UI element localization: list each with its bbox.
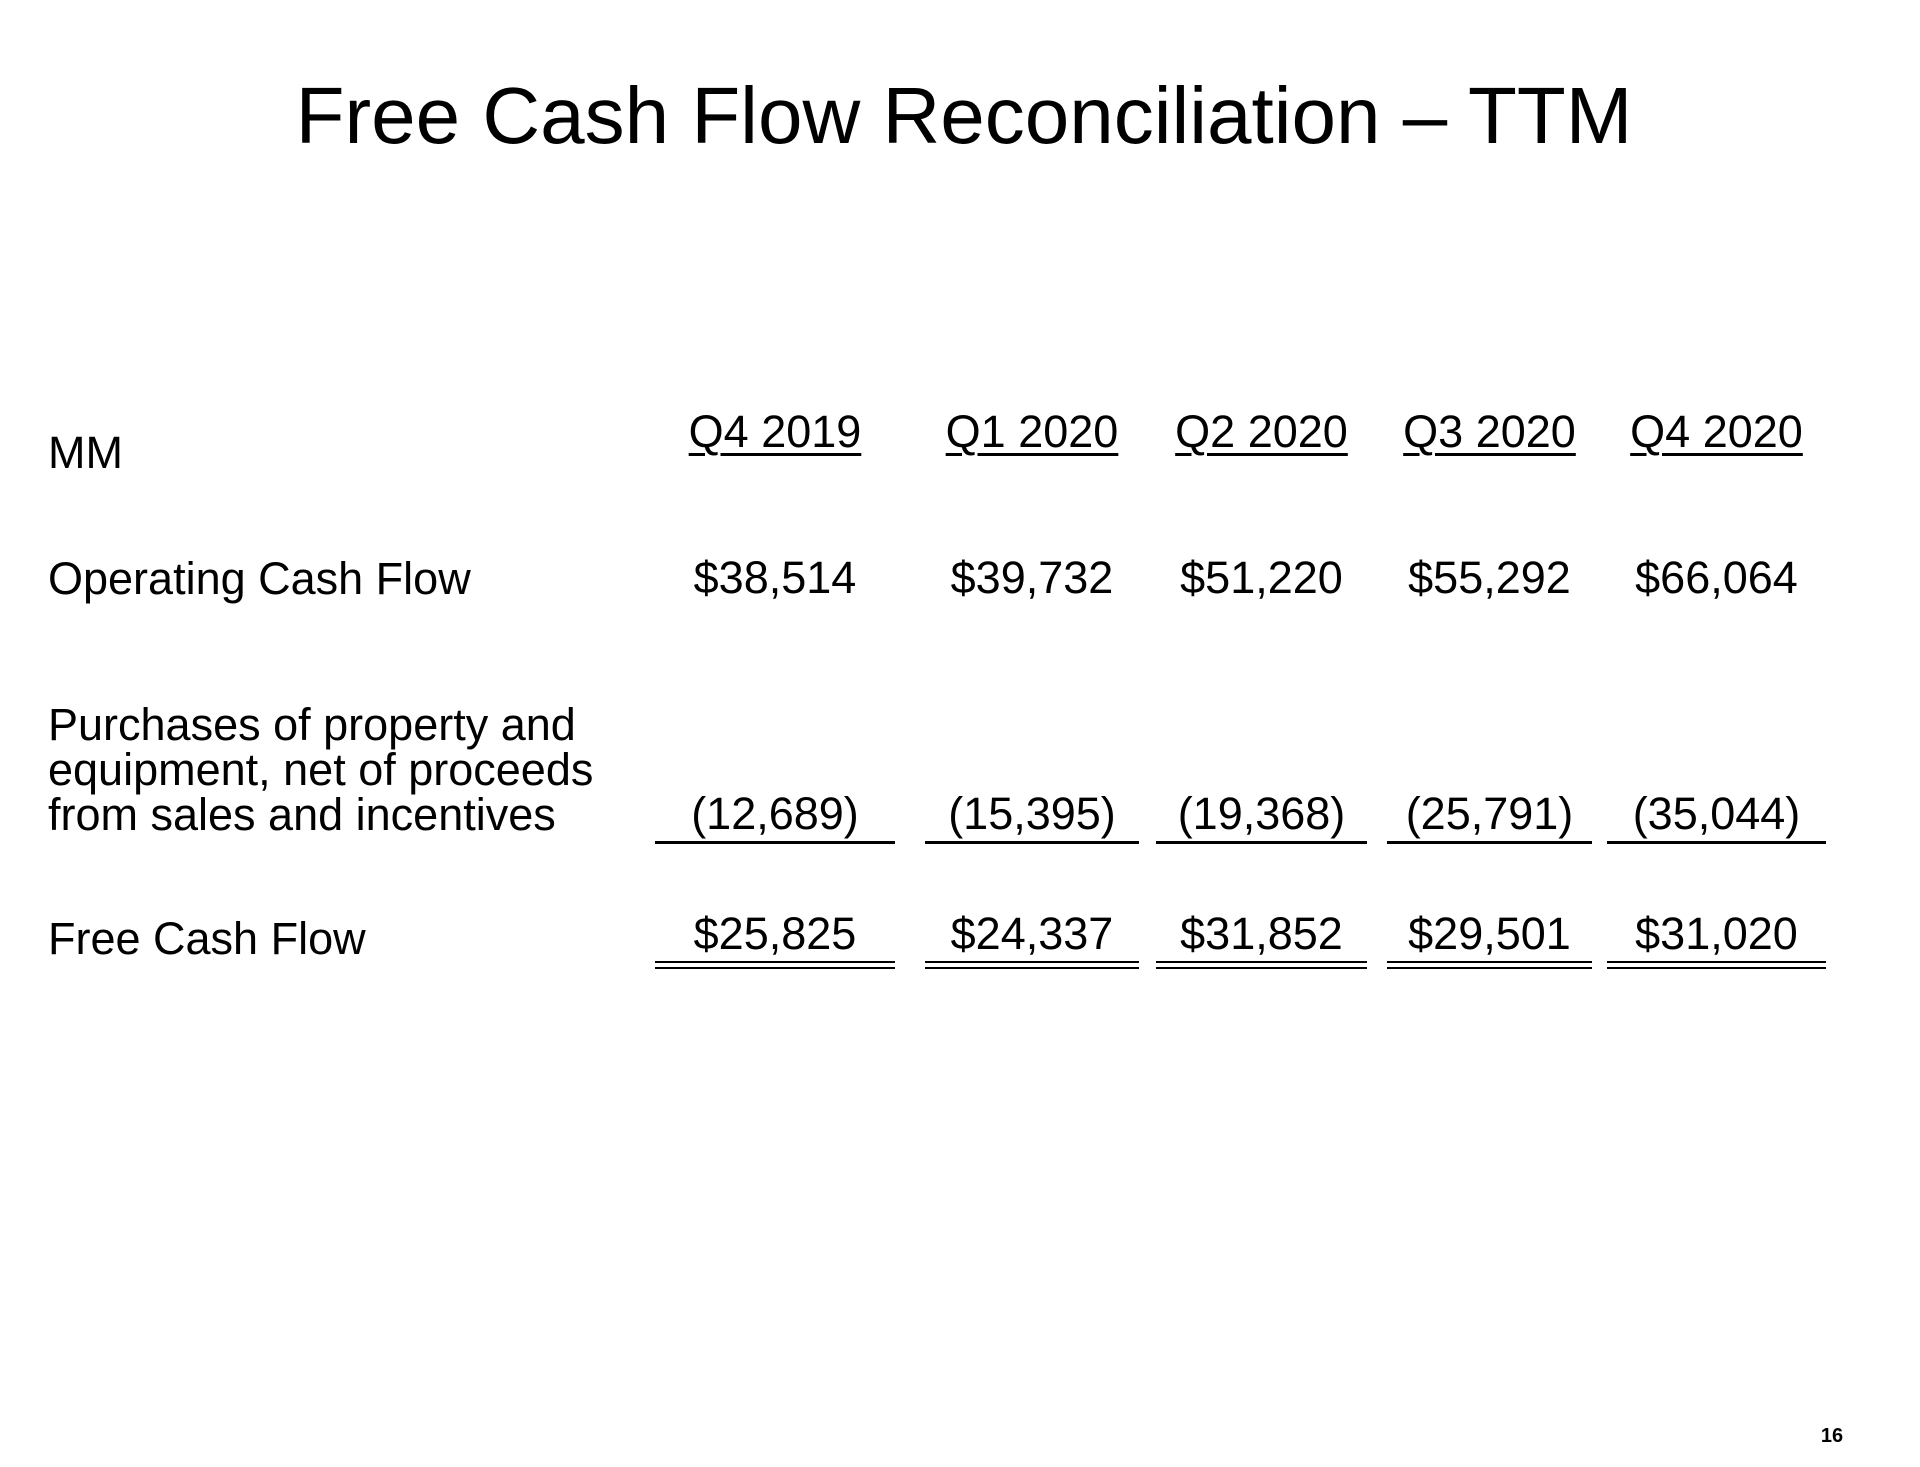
double-underline [1156,961,1367,969]
row-label-line: Purchases of property and [48,699,576,750]
cell-value: (35,044) [1632,788,1801,839]
column-header: Q4 2019 [688,406,862,457]
cell-value: $39,732 [950,552,1114,603]
cell-value: $24,337 [950,908,1114,959]
cell-value: $31,020 [1635,908,1798,959]
double-underline [1607,961,1826,969]
slide-title: Free Cash Flow Reconciliation – TTM [295,71,1633,160]
column-header: Q1 2020 [945,406,1119,457]
cell-value: $38,514 [693,552,857,603]
row-label: Free Cash Flow [48,913,366,964]
cell-value: (19,368) [1177,788,1346,839]
column-header: Q2 2020 [1175,406,1348,457]
double-underline [655,961,895,969]
row-label-line: from sales and incentives [48,789,556,840]
double-underline [1387,961,1592,969]
cell-value: (12,689) [691,788,859,839]
single-underline [1156,841,1367,844]
cell-value: $25,825 [693,908,857,959]
column-header: Q3 2020 [1403,406,1576,457]
single-underline [1607,841,1826,844]
cell-value: (25,791) [1405,788,1574,839]
column-header: Q4 2020 [1630,406,1803,457]
row-label: Operating Cash Flow [48,553,471,604]
single-underline [1387,841,1592,844]
single-underline [655,841,895,844]
cell-value: $55,292 [1408,552,1571,603]
cell-value: (15,395) [948,788,1116,839]
single-underline [925,841,1139,844]
double-underline [925,961,1139,969]
units-label: MM [48,427,123,478]
cell-value: $31,852 [1180,908,1343,959]
cell-value: $66,064 [1635,552,1798,603]
cell-value: $51,220 [1180,552,1343,603]
row-label-line: equipment, net of proceeds [48,744,594,795]
cell-value: $29,501 [1408,908,1571,959]
page-number: 16 [1820,1425,1844,1447]
